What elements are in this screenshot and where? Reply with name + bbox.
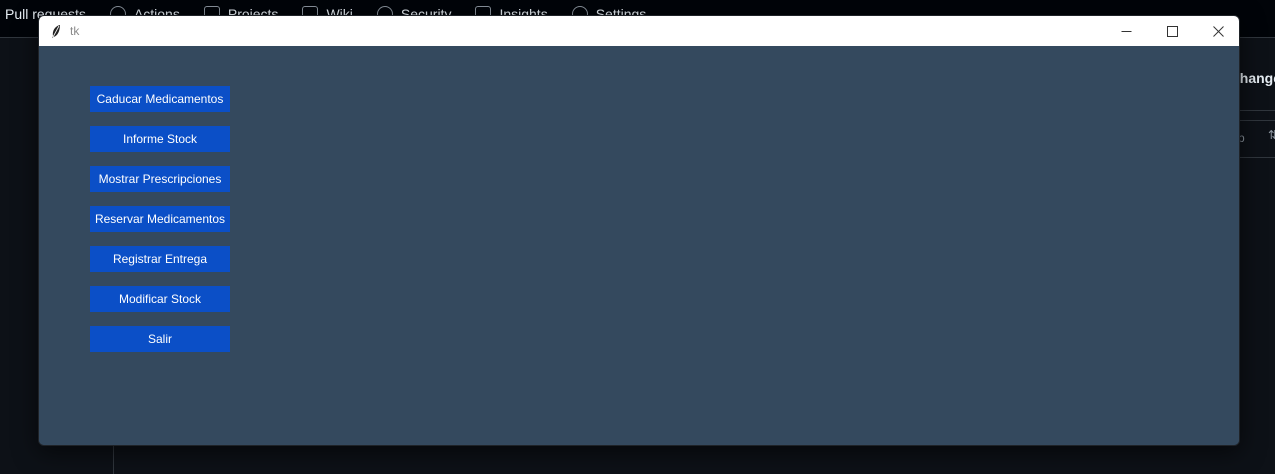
window-title: tk [70,24,80,38]
tk-window: tk Caducar Medicamentos Informe Stock Mo… [38,15,1240,446]
registrar-entrega-button[interactable]: Registrar Entrega [90,246,230,272]
mostrar-prescripciones-button[interactable]: Mostrar Prescripciones [90,166,230,192]
minimize-icon [1121,30,1131,32]
close-icon [1212,25,1224,37]
salir-button[interactable]: Salir [90,326,230,352]
sort-icon[interactable]: ⇅ [1268,128,1275,142]
close-button[interactable] [1195,16,1239,46]
caducar-medicamentos-button[interactable]: Caducar Medicamentos [90,86,230,112]
maximize-button[interactable] [1149,16,1195,46]
main-content: Caducar Medicamentos Informe Stock Mostr… [39,46,1239,445]
window-titlebar[interactable]: tk [39,16,1239,46]
informe-stock-button[interactable]: Informe Stock [90,126,230,152]
minimize-button[interactable] [1103,16,1149,46]
maximize-icon [1166,25,1178,37]
reservar-medicamentos-button[interactable]: Reservar Medicamentos [90,206,230,232]
modificar-stock-button[interactable]: Modificar Stock [90,286,230,312]
divider [1240,110,1275,111]
window-controls [1103,16,1239,46]
tk-feather-icon [50,23,62,39]
